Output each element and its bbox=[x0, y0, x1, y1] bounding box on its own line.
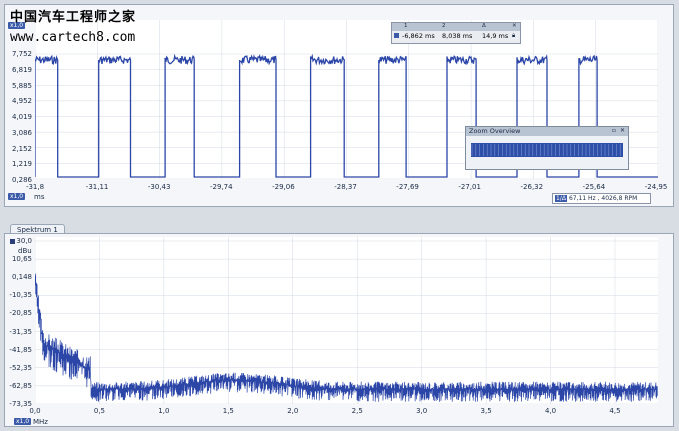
spectrum-x-tick: 4,0 bbox=[544, 407, 557, 415]
frequency-readout: 1/Δ 67,11 Hz , 4026,8 RPM bbox=[552, 193, 651, 204]
scope-x-tick: -31,11 bbox=[85, 183, 109, 191]
cursor-2-value: 8,038 ms bbox=[442, 32, 473, 40]
spectrum-y-tick: -41,85 bbox=[9, 345, 32, 354]
spectrum-x-unit: MHz bbox=[33, 418, 48, 426]
close-icon[interactable]: ✕ bbox=[620, 127, 625, 134]
scope-unit-badge: x1,0 bbox=[8, 193, 26, 200]
spectrum-x-tick: 0,0 bbox=[29, 407, 41, 415]
scope-x-tick: -26,32 bbox=[520, 183, 544, 191]
spectrum-y-tick: -73,35 bbox=[9, 400, 32, 408]
scope-x-unit: ms bbox=[34, 193, 45, 201]
watermark-url: www.cartech8.com bbox=[10, 30, 136, 45]
spectrum-y-tick: 10,65 bbox=[11, 255, 32, 264]
spectrum-trace bbox=[35, 237, 658, 404]
scope-x-tick: -28,37 bbox=[334, 183, 357, 191]
cursor-header: 1 2 Δ ✕ bbox=[392, 23, 520, 31]
spectrum-y-tick: -31,35 bbox=[9, 327, 32, 336]
scope-y-tick: 3,086 bbox=[11, 128, 32, 137]
spectrum-y-unit: dBu bbox=[18, 247, 32, 255]
spectrum-x-tick: 3,5 bbox=[480, 407, 492, 415]
minimize-icon[interactable]: ▫ bbox=[612, 127, 616, 134]
scope-x-tick: -27,69 bbox=[396, 183, 419, 191]
scope-y-tick: 7,752 bbox=[11, 50, 32, 58]
spectrum-x-tick: 0,5 bbox=[93, 407, 106, 415]
lock-icon[interactable]: 🔒︎ bbox=[512, 32, 515, 40]
scope-x-tick: -29,06 bbox=[272, 183, 295, 191]
scope-y-tick: 5,885 bbox=[11, 81, 32, 90]
spectrum-y-tick: -62,85 bbox=[9, 381, 32, 390]
spectrum-y-tick: -20,85 bbox=[9, 309, 32, 318]
close-icon[interactable]: ✕ bbox=[512, 23, 517, 29]
scope-y-tick: 2,152 bbox=[11, 144, 32, 153]
scope-x-tick: -25,64 bbox=[582, 183, 606, 191]
scope-x-tick: -27,01 bbox=[458, 183, 481, 191]
cursor-1-value: -6,862 ms bbox=[402, 32, 435, 40]
spectrum-x-tick: 2,0 bbox=[287, 407, 299, 415]
scope-y-tick: 4,019 bbox=[11, 113, 32, 121]
cursor-1-header: 1 bbox=[404, 23, 408, 29]
frequency-badge: 1/Δ bbox=[555, 195, 567, 202]
spectrum-y-tick: -10,35 bbox=[9, 291, 32, 300]
scope-x-tick: -31,8 bbox=[25, 183, 45, 191]
scope-x-tick: -30,43 bbox=[147, 183, 171, 191]
spectrum-x-tick: 2,5 bbox=[351, 407, 363, 415]
cursor-readout-panel[interactable]: 1 2 Δ ✕ -6,862 ms 8,038 ms 14,9 ms 🔒︎ bbox=[391, 22, 521, 44]
spectrum-y-tick: 30,0 bbox=[16, 237, 32, 245]
spectrum-x-tick: 4,5 bbox=[609, 407, 621, 415]
scope-x-tick: -29,74 bbox=[210, 183, 233, 191]
zoom-overview-title: Zoom Overview bbox=[466, 127, 628, 136]
zoom-overview-waveform bbox=[471, 144, 621, 156]
watermark-chinese: 中国汽车工程师之家 bbox=[10, 10, 137, 25]
frequency-text: 67,11 Hz , 4026,8 RPM bbox=[568, 195, 638, 202]
cursor-marker-icon bbox=[394, 33, 399, 38]
spectrum-x-tick: 3,0 bbox=[416, 407, 428, 415]
scope-y-tick: 1,219 bbox=[11, 160, 32, 169]
spectrum-plot-area[interactable] bbox=[35, 237, 658, 404]
cursor-2-header: 2 bbox=[442, 23, 446, 29]
cursor-delta-value: 14,9 ms bbox=[482, 32, 509, 40]
spectrum-x-tick: 1,0 bbox=[158, 407, 170, 415]
scope-y-tick: 6,819 bbox=[11, 65, 32, 74]
spectrum-x-tick: 1,5 bbox=[222, 407, 234, 415]
scope-y-tick: 4,952 bbox=[11, 97, 32, 106]
spectrum-unit-badge: x1,0 bbox=[14, 418, 32, 425]
zoom-overview-window[interactable]: Zoom Overview ▫ ✕ bbox=[465, 126, 629, 170]
zoom-overview-thumbnail[interactable] bbox=[471, 143, 623, 157]
spectrum-y-tick: 0,148 bbox=[11, 273, 32, 282]
scope-x-tick: -24,95 bbox=[644, 183, 668, 191]
spectrum-y-tick: -52,35 bbox=[9, 363, 32, 372]
spectrum-trace-line bbox=[35, 273, 658, 402]
cursor-delta-header: Δ bbox=[482, 23, 486, 29]
